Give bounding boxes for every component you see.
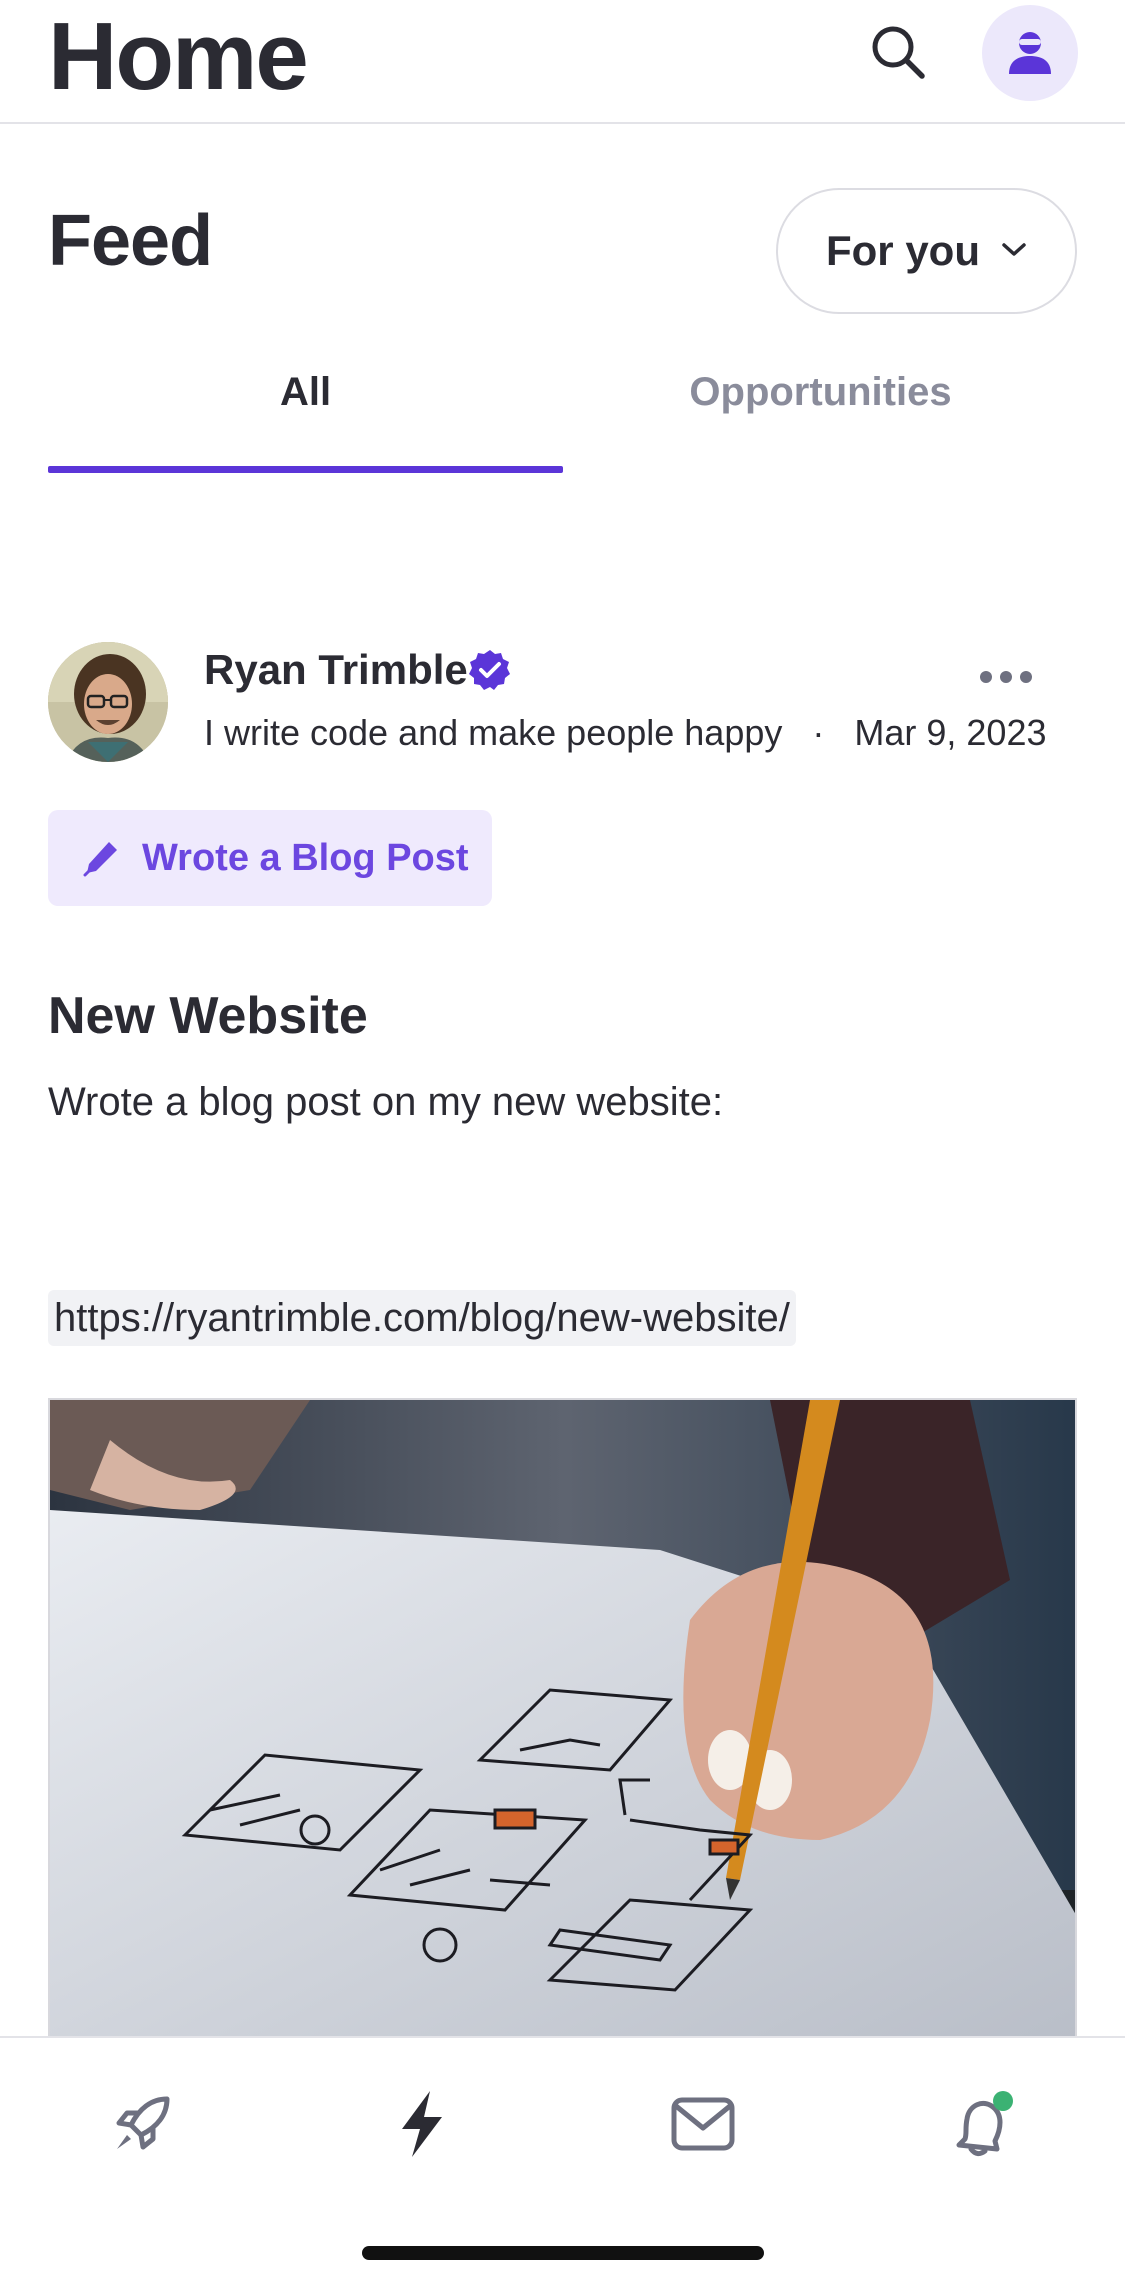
bell-icon: [956, 2091, 1013, 2157]
tab-opportunities-label: Opportunities: [689, 370, 952, 414]
user-avatar-icon: [1009, 32, 1051, 74]
more-horizontal-icon: [980, 671, 1032, 683]
chevron-down-icon: [1002, 243, 1026, 256]
nav-notifications[interactable]: [942, 2084, 1022, 2164]
post-image[interactable]: [48, 1398, 1077, 2038]
nav-activity[interactable]: [382, 2084, 462, 2164]
pen-icon: [83, 842, 117, 877]
post-title: New Website: [48, 987, 368, 1045]
meta-separator: ·: [812, 712, 825, 753]
post-type-label: Wrote a Blog Post: [142, 836, 469, 879]
post-link[interactable]: https://ryantrimble.com/blog/new-website…: [48, 1290, 796, 1346]
wireframe-sketch-photo: [50, 1400, 1075, 2036]
author-meta: I write code and make people happy · Mar 9…: [204, 712, 1047, 754]
app-header: Home: [0, 0, 1125, 124]
home-indicator[interactable]: [362, 2246, 764, 2260]
search-button[interactable]: [868, 22, 928, 82]
page-title: Home: [48, 3, 309, 110]
feed-title: Feed: [48, 201, 213, 281]
profile-button[interactable]: [982, 5, 1078, 101]
author-photo: [48, 642, 168, 762]
post-body: Wrote a blog post on my new website:: [48, 1080, 724, 1124]
post-more-button[interactable]: [978, 662, 1034, 692]
rocket-icon: [116, 2096, 170, 2150]
notification-dot: [993, 2091, 1013, 2111]
search-icon: [872, 26, 925, 79]
active-tab-indicator: [48, 466, 563, 473]
author-name[interactable]: Ryan Trimble: [204, 646, 468, 694]
author-tagline: I write code and make people happy: [204, 712, 783, 753]
bottom-navigation: [0, 2036, 1125, 2284]
home-screen: Home Feed For you All Opportunities Ryan…: [0, 0, 1125, 2284]
post-type-badge: Wrote a Blog Post: [48, 810, 492, 906]
feed-filter-label: For you: [826, 227, 980, 274]
tab-opportunities[interactable]: Opportunities: [563, 370, 1078, 470]
lightning-icon: [402, 2091, 442, 2157]
author-avatar[interactable]: [48, 642, 168, 762]
tab-all-label: All: [279, 370, 332, 414]
verified-badge-icon: [469, 650, 510, 690]
mail-icon: [671, 2097, 735, 2151]
post-date: Mar 9, 2023: [854, 712, 1047, 753]
nav-messages[interactable]: [663, 2084, 743, 2164]
tab-all[interactable]: All: [48, 370, 563, 470]
feed-filter-dropdown[interactable]: For you: [776, 188, 1077, 314]
nav-rocket[interactable]: [102, 2084, 182, 2164]
